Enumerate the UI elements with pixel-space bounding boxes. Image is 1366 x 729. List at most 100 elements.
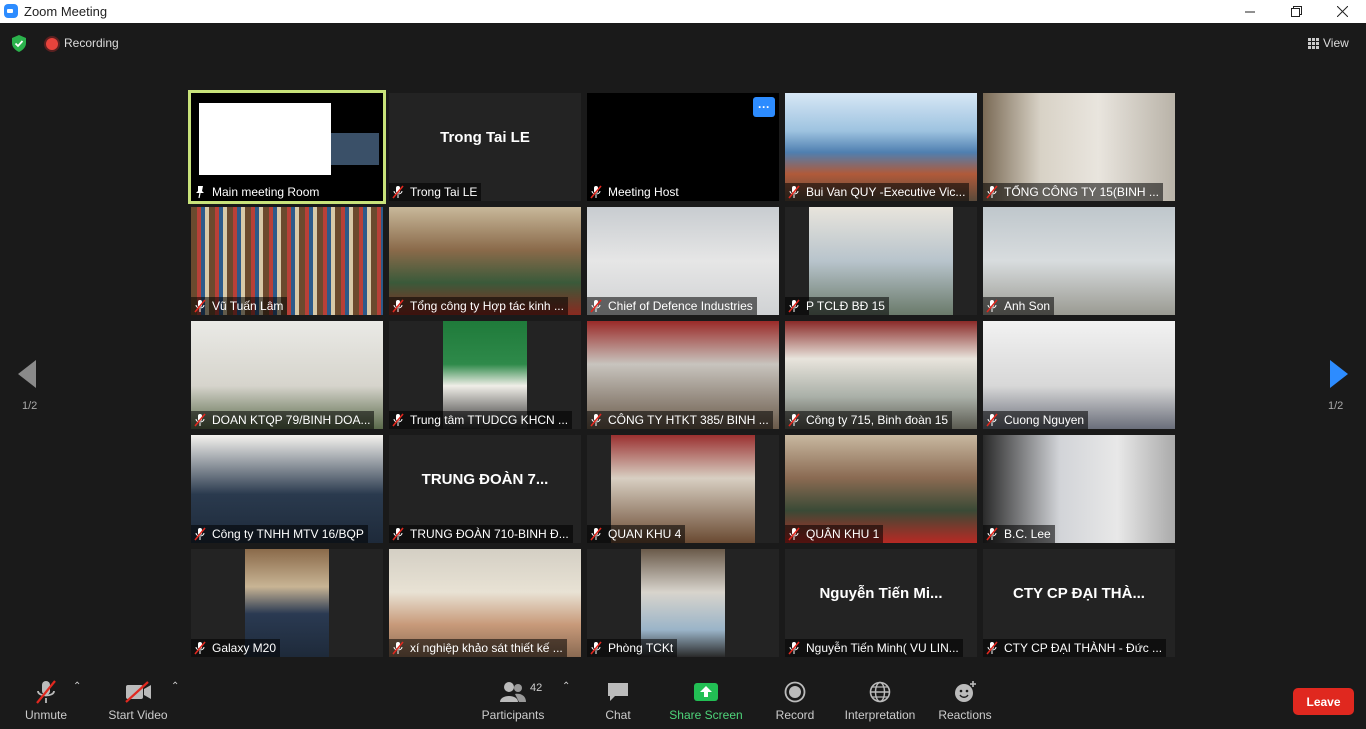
participant-name-label: Trung tâm TTUDCG KHCN ... — [389, 411, 573, 429]
video-options-chevron-up-icon[interactable]: ⌃ — [171, 681, 179, 692]
participant-name-label: Cuong Nguyen — [983, 411, 1089, 429]
participant-tile[interactable]: P TCLĐ BĐ 15 — [785, 207, 977, 315]
participant-name-label: Trong Tai LE — [389, 183, 482, 201]
recording-icon — [46, 38, 58, 50]
participant-tile[interactable]: Phòng TCKt — [587, 549, 779, 657]
participant-tile[interactable]: TRUNG ĐOÀN 7... TRUNG ĐOÀN 710-BINH Đ... — [389, 435, 581, 543]
participant-tile[interactable]: Anh Son — [983, 207, 1175, 315]
previous-page-icon[interactable] — [18, 360, 38, 388]
encryption-shield-icon[interactable] — [11, 35, 27, 52]
participant-tile[interactable]: Bui Van QUY -Executive Vic... — [785, 93, 977, 201]
chat-button[interactable]: Chat — [593, 667, 643, 729]
participant-tile[interactable]: Nguyễn Tiến Mi... Nguyễn Tiến Minh( VU LI… — [785, 549, 977, 657]
recording-label[interactable]: Recording — [64, 36, 119, 50]
reactions-button[interactable]: Reactions — [935, 667, 995, 729]
participant-display-name: TRUNG ĐOÀN 7... — [421, 471, 549, 488]
zoom-app-icon — [4, 4, 18, 18]
participant-name-label: Công ty TNHH MTV 16/BQP — [191, 525, 368, 543]
microphone-muted-icon — [986, 527, 998, 541]
microphone-muted-icon — [194, 641, 206, 655]
participant-name: QUÂN KHU 1 — [806, 527, 880, 541]
minimize-button[interactable] — [1227, 0, 1273, 23]
participant-name: Phòng TCKt — [608, 641, 674, 655]
participant-name: Galaxy M20 — [212, 641, 277, 655]
share-screen-button[interactable]: Share Screen — [668, 667, 744, 729]
participant-tile[interactable]: Cuong Nguyen — [983, 321, 1175, 429]
participant-name: Bui Van QUY -Executive Vic... — [806, 185, 966, 199]
participant-name: CTY CP ĐẠI THÀNH - Đức ... — [1004, 641, 1163, 655]
participant-tile[interactable]: Trung tâm TTUDCG KHCN ... — [389, 321, 581, 429]
leave-button[interactable]: Leave — [1293, 688, 1354, 715]
participant-name: QUAN KHU 4 — [608, 527, 682, 541]
participant-display-name: Nguyễn Tiến Mi... — [819, 585, 943, 602]
unmute-label: Unmute — [24, 708, 68, 722]
microphone-muted-icon — [392, 299, 404, 313]
restore-button[interactable] — [1273, 0, 1319, 23]
chat-icon — [608, 683, 628, 701]
participant-name-label: Vũ Tuấn Lâm — [191, 297, 288, 315]
view-label: View — [1323, 36, 1349, 50]
microphone-muted-icon — [788, 527, 800, 541]
participant-tile[interactable]: Chief of Defence Industries — [587, 207, 779, 315]
participants-options-chevron-up-icon[interactable]: ⌃ — [562, 681, 570, 692]
microphone-muted-icon — [590, 299, 602, 313]
start-video-button[interactable]: Start Video — [104, 667, 172, 729]
participant-tile[interactable]: Tổng công ty Hợp tác kinh ... — [389, 207, 581, 315]
microphone-muted-icon — [194, 299, 206, 313]
interpretation-label: Interpretation — [844, 708, 916, 722]
participant-tile[interactable]: QUÂN KHU 1 — [785, 435, 977, 543]
participant-tile[interactable]: Trong Tai LE Trong Tai LE — [389, 93, 581, 201]
microphone-muted-icon — [392, 641, 404, 655]
participants-button[interactable]: Participants — [478, 667, 548, 729]
participant-tile[interactable]: Công ty 715, Binh đoàn 15 — [785, 321, 977, 429]
microphone-muted-icon — [36, 680, 56, 704]
interpretation-button[interactable]: Interpretation — [840, 667, 920, 729]
participant-name: Cuong Nguyen — [1004, 413, 1085, 427]
record-icon — [784, 681, 806, 703]
participants-count-badge: 42 — [530, 682, 543, 694]
more-options-icon[interactable]: ··· — [753, 97, 775, 117]
participants-label: Participants — [481, 708, 545, 722]
view-button[interactable]: View — [1308, 36, 1349, 50]
window-title: Zoom Meeting — [24, 4, 108, 19]
participant-tile[interactable]: ··· Meeting Host — [587, 93, 779, 201]
participant-name: Trung tâm TTUDCG KHCN ... — [410, 413, 569, 427]
participant-tile[interactable]: Main meeting Room — [188, 90, 386, 204]
participant-name: xí nghiệp khảo sát thiết kế ... — [410, 641, 563, 655]
participant-name: TRUNG ĐOÀN 710-BINH Đ... — [410, 527, 569, 541]
reactions-label: Reactions — [938, 708, 992, 722]
record-button[interactable]: Record — [770, 667, 820, 729]
record-label: Record — [775, 708, 815, 722]
participant-tile[interactable]: xí nghiệp khảo sát thiết kế ... — [389, 549, 581, 657]
microphone-muted-icon — [788, 299, 800, 313]
participant-tile[interactable]: Galaxy M20 — [191, 549, 383, 657]
close-window-button[interactable] — [1319, 0, 1365, 23]
next-page-icon[interactable] — [1328, 360, 1348, 388]
participant-tile[interactable]: DOAN KTQP 79/BINH DOA... — [191, 321, 383, 429]
participant-name: Công ty TNHH MTV 16/BQP — [212, 527, 364, 541]
participant-name-label: xí nghiệp khảo sát thiết kế ... — [389, 639, 567, 657]
participant-tile[interactable]: Công ty TNHH MTV 16/BQP — [191, 435, 383, 543]
participant-name-label: QUÂN KHU 1 — [785, 525, 884, 543]
participant-tile[interactable]: CÔNG TY HTKT 385/ BINH ... — [587, 321, 779, 429]
participant-name-label: Nguyễn Tiến Minh( VU LIN... — [785, 639, 963, 657]
participant-name: CÔNG TY HTKT 385/ BINH ... — [608, 413, 769, 427]
microphone-muted-icon — [590, 413, 602, 427]
microphone-muted-icon — [194, 413, 206, 427]
participant-tile[interactable]: QUAN KHU 4 — [587, 435, 779, 543]
reactions-smiley-icon — [955, 681, 976, 702]
microphone-muted-icon — [788, 641, 800, 655]
participant-tile[interactable]: Vũ Tuấn Lâm — [191, 207, 383, 315]
unmute-button[interactable]: Unmute — [16, 667, 76, 729]
audio-options-chevron-up-icon[interactable]: ⌃ — [73, 681, 81, 692]
participant-display-name: CTY CP ĐẠI THÀ... — [1013, 585, 1145, 602]
microphone-muted-icon — [788, 185, 800, 199]
microphone-muted-icon — [986, 185, 998, 199]
participant-name-label: Phòng TCKt — [587, 639, 678, 657]
minimize-icon — [1245, 11, 1255, 12]
participant-name-label: Anh Son — [983, 297, 1055, 315]
participant-tile[interactable]: TỔNG CÔNG TY 15(BINH ... — [983, 93, 1175, 201]
participant-name: Anh Son — [1004, 299, 1051, 313]
participant-tile[interactable]: B.C. Lee — [983, 435, 1175, 543]
participant-tile[interactable]: CTY CP ĐẠI THÀ... CTY CP ĐẠI THÀNH - Đức … — [983, 549, 1175, 657]
